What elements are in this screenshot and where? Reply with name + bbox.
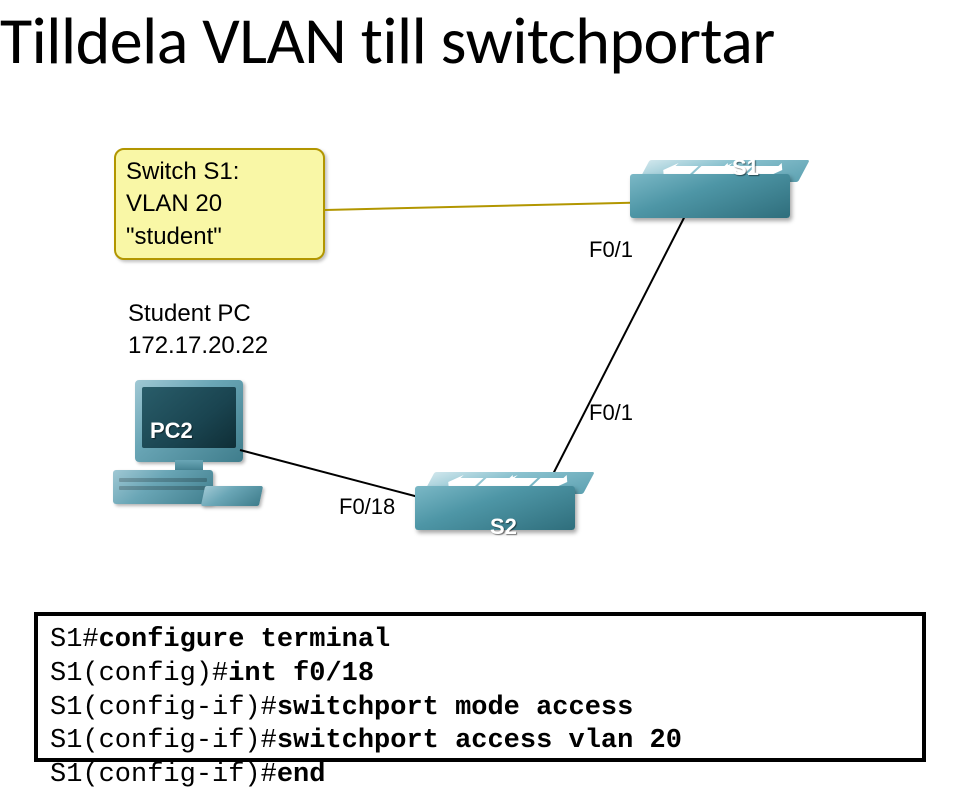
cli-line-2: S1(config)#int f0/18 xyxy=(50,658,910,692)
switch-s2-label: S2 xyxy=(490,514,517,540)
cli-line-5: S1(config-if)#end xyxy=(50,759,910,793)
cli-cmd: int f0/18 xyxy=(228,659,374,689)
pc-label: Student PC 172.17.20.22 xyxy=(128,298,268,363)
page-title: Tilldela VLAN till switchportar xyxy=(0,0,775,81)
callout-line-3: "student" xyxy=(126,221,313,253)
cli-cmd: switchport access vlan 20 xyxy=(277,726,682,756)
cli-prompt: S1(config-if)# xyxy=(50,726,277,756)
cli-line-3: S1(config-if)#switchport mode access xyxy=(50,692,910,726)
callout-line-1: Switch S1: xyxy=(126,156,313,188)
cli-prompt: S1(config-if)# xyxy=(50,760,277,790)
switch-s1-label: S1 xyxy=(732,155,759,181)
cli-line-1: S1#configure terminal xyxy=(50,624,910,658)
cli-line-4: S1(config-if)#switchport access vlan 20 xyxy=(50,725,910,759)
pc-base-icon xyxy=(113,470,213,504)
pc-name: Student PC xyxy=(128,298,268,330)
callout-line-2: VLAN 20 xyxy=(126,188,313,220)
pc-keyboard-icon xyxy=(201,486,263,506)
switch-s1-icon xyxy=(630,160,810,220)
pc-ip: 172.17.20.22 xyxy=(128,330,268,362)
port-label-s2-f01: F0/1 xyxy=(589,400,633,426)
cli-prompt: S1# xyxy=(50,625,99,655)
cli-prompt: S1(config)# xyxy=(50,659,228,689)
switch-arrows-icon xyxy=(638,158,815,174)
cli-output-box: S1#configure terminal S1(config)#int f0/… xyxy=(34,612,926,762)
switch-arrows-icon xyxy=(423,470,600,486)
cli-cmd: switchport mode access xyxy=(277,693,633,723)
port-label-s1-f01: F0/1 xyxy=(589,237,633,263)
cli-cmd: end xyxy=(277,760,326,790)
port-label-s2-f018: F0/18 xyxy=(339,494,395,520)
cli-prompt: S1(config-if)# xyxy=(50,693,277,723)
callout-switch-s1: Switch S1: VLAN 20 "student" xyxy=(114,148,325,260)
pc-box-label: PC2 xyxy=(150,418,193,444)
pc-monitor-icon: PC2 xyxy=(135,380,243,462)
pc-icon: PC2 xyxy=(113,380,263,515)
switch-body-icon xyxy=(630,174,790,218)
cli-cmd: configure terminal xyxy=(99,625,391,655)
pc-screen: PC2 xyxy=(142,387,236,448)
